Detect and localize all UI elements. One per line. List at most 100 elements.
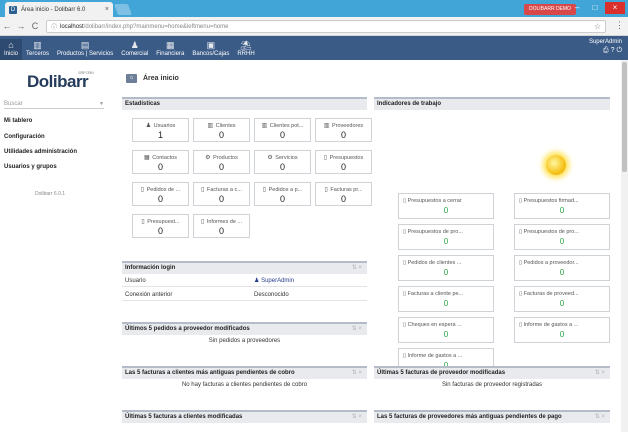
stat-label: ▯ Facturas a c... xyxy=(201,187,242,193)
panel-controls-icon[interactable]: ⇅ × xyxy=(595,368,605,379)
stat-box[interactable]: ▯ Pedidos de ... 0 xyxy=(132,182,189,206)
document-icon: ▯ xyxy=(403,198,407,204)
panel-controls-icon[interactable]: ⇅ × xyxy=(352,368,362,379)
panel-controls-icon[interactable]: ⇅ × xyxy=(595,412,605,423)
user-name[interactable]: SuperAdmin xyxy=(589,39,622,45)
stat-value: 1 xyxy=(157,130,163,140)
login-user-link[interactable]: ♟ SuperAdmin xyxy=(254,276,294,287)
indicator-box[interactable]: ▯ Presupuestos de pro... 0 xyxy=(514,224,610,250)
stat-box[interactable]: ♟ Usuarios 1 xyxy=(132,118,189,142)
browser-tab[interactable]: D Área inicio - Dolibarr 6.0 × xyxy=(5,2,113,17)
indicator-box[interactable]: ▯ Pedidos a proveedor... 0 xyxy=(514,255,610,281)
menu-comercial[interactable]: ♟ Comercial xyxy=(117,39,152,60)
login-title: Información login ⇅ × xyxy=(122,261,367,274)
indicator-box[interactable]: ▯ Pedidos de clientes ... 0 xyxy=(398,255,494,281)
indicator-label: ▯ Facturas de proveed... xyxy=(519,291,579,297)
indicator-box[interactable]: ▯ Informe de gastos a ... 0 xyxy=(514,317,610,343)
stat-icon: ▯ xyxy=(201,219,205,225)
stat-icon: ▥ xyxy=(323,123,330,129)
indicator-label: ▯ Presupuestos a cerrar xyxy=(403,198,462,204)
login-user-row: Usuario ♟ SuperAdmin xyxy=(122,276,367,287)
version-label: Dolibarr 6.0.1 xyxy=(35,191,66,197)
login-panel: Información login ⇅ × Usuario ♟ SuperAdmi… xyxy=(122,261,367,311)
indicator-box[interactable]: ▯ Presupuestos a cerrar 0 xyxy=(398,193,494,219)
finance-icon: ▦ xyxy=(166,40,175,50)
stat-label: ▯ Presupuestos xyxy=(323,155,364,161)
panel-controls-icon[interactable]: ⇅ × xyxy=(352,412,362,423)
stat-value: 0 xyxy=(340,130,346,140)
back-icon[interactable]: ← xyxy=(0,21,14,31)
search-select[interactable]: Buscar ▼ xyxy=(4,99,104,109)
logout-icon[interactable]: ⏻ xyxy=(616,47,622,54)
menu-productos-servicios[interactable]: ▤ Productos | Servicios xyxy=(53,39,117,60)
stat-icon: ▯ xyxy=(141,219,145,225)
stat-box[interactable]: ▥ Clientes 0 xyxy=(193,118,250,142)
stat-box[interactable]: ▥ Proveedores 0 xyxy=(315,118,372,142)
sidebar-item-usuarios-grupos[interactable]: Usuarios y grupos xyxy=(4,164,57,170)
print-icon[interactable]: ⎙ xyxy=(603,47,609,54)
sidebar-item-mi-tablero[interactable]: Mi tablero xyxy=(4,118,32,124)
stat-box[interactable]: ⚙ Productos 0 xyxy=(193,150,250,174)
stat-box[interactable]: ▯ Presupuest... 0 xyxy=(132,214,189,238)
stat-box[interactable]: ⚙ Servicios 0 xyxy=(254,150,311,174)
menu-financiera[interactable]: ▦ Financiera xyxy=(152,39,188,60)
bookmark-star-icon[interactable]: ☆ xyxy=(594,22,601,31)
stat-label: ♟ Usuarios xyxy=(145,123,176,129)
help-icon[interactable]: ? xyxy=(611,47,615,54)
menu-inicio[interactable]: ⌂ Inicio xyxy=(0,39,23,60)
indicator-box[interactable]: ▯ Facturas de proveed... 0 xyxy=(514,286,610,312)
menu-bancos-cajas[interactable]: ▣ Bancos/Cajas xyxy=(188,39,233,60)
window-close-icon[interactable]: × xyxy=(605,2,625,14)
indicators-title: Indicadores de trabajo xyxy=(374,97,610,110)
indicator-value: 0 xyxy=(559,206,565,215)
menu-terceros[interactable]: ▥ Terceros xyxy=(22,39,53,60)
indicator-value: 0 xyxy=(559,268,565,277)
stat-value: 0 xyxy=(157,226,163,236)
supplier-unpaid-title: Las 5 facturas de proveedores más antigu… xyxy=(374,410,610,423)
indicator-box[interactable]: ▯ Facturas a cliente pe... 0 xyxy=(398,286,494,312)
sidebar-item-utilidades[interactable]: Utilidades administración xyxy=(4,149,77,155)
reload-icon[interactable]: C xyxy=(28,21,42,31)
panel-controls-icon[interactable]: ⇅ × xyxy=(352,324,362,335)
url-input[interactable]: ⓘ localhost/dolibarr/index.php?mainmenu=… xyxy=(46,20,606,33)
indicator-label: ▯ Facturas a cliente pe... xyxy=(403,291,464,297)
stat-icon: ▯ xyxy=(201,187,205,193)
stat-box[interactable]: ▯ Facturas a c... 0 xyxy=(193,182,250,206)
forward-icon[interactable]: → xyxy=(14,21,28,31)
supplier-orders-panel: Últimos 5 pedidos a proveedor modificado… xyxy=(122,322,367,358)
tab-close-icon[interactable]: × xyxy=(105,6,109,13)
indicator-value: 0 xyxy=(443,237,449,246)
user-box: SuperAdmin ⎙ ? ⏻ xyxy=(589,39,622,55)
indicator-label: ▯ Pedidos de clientes ... xyxy=(403,260,462,266)
stat-value: 0 xyxy=(340,194,346,204)
indicator-box[interactable]: ▯ Cheques en espera ... 0 xyxy=(398,317,494,343)
customer-modified-title: Últimas 5 facturas a clientes modificada… xyxy=(122,410,367,423)
document-icon: ▯ xyxy=(519,260,523,266)
stat-box[interactable]: ▯ Informes de ... 0 xyxy=(193,214,250,238)
stat-box[interactable]: ▯ Pedidos a p... 0 xyxy=(254,182,311,206)
sidebar-item-configuracion[interactable]: Configuración xyxy=(4,134,45,140)
stat-box[interactable]: ▯ Presupuestos 0 xyxy=(315,150,372,174)
maximize-icon[interactable]: □ xyxy=(586,2,604,14)
indicator-value: 0 xyxy=(443,268,449,277)
stat-box[interactable]: ▥ Clientes pot... 0 xyxy=(254,118,311,142)
minimize-icon[interactable]: – xyxy=(568,2,586,14)
browser-menu-icon[interactable]: ⋮ xyxy=(615,20,624,31)
indicator-label: ▯ Pedidos a proveedor... xyxy=(519,260,579,266)
new-tab-button[interactable] xyxy=(113,4,133,15)
menu-rrhh[interactable]: ⛱ RRHH xyxy=(233,39,258,60)
stat-box[interactable]: ▯ Facturas pr... 0 xyxy=(315,182,372,206)
dolibarr-logo[interactable]: Dolibarr ERP CRM xyxy=(27,70,94,92)
stat-box[interactable]: ▦ Contactos 0 xyxy=(132,150,189,174)
indicator-box[interactable]: ▯ Presupuestos de pro... 0 xyxy=(398,224,494,250)
page-title: ⌂ Área inicio xyxy=(126,74,179,83)
user-icon: ♟ xyxy=(254,278,260,284)
panel-controls-icon[interactable]: ⇅ × xyxy=(352,263,362,274)
stats-title: Estadísticas xyxy=(122,97,367,110)
stats-panel: Estadísticas ♟ Usuarios 1 ▥ Clientes 0 ▥ Cli… xyxy=(122,97,372,249)
indicator-box[interactable]: ▯ Presupuestos firmad... 0 xyxy=(514,193,610,219)
url-path: /dolibarr/index.php?mainmenu=home&leftme… xyxy=(83,23,229,30)
customer-modified-panel: Últimas 5 facturas a clientes modificada… xyxy=(122,410,367,432)
scrollbar-thumb[interactable] xyxy=(622,62,627,172)
document-icon: ▯ xyxy=(519,322,523,328)
